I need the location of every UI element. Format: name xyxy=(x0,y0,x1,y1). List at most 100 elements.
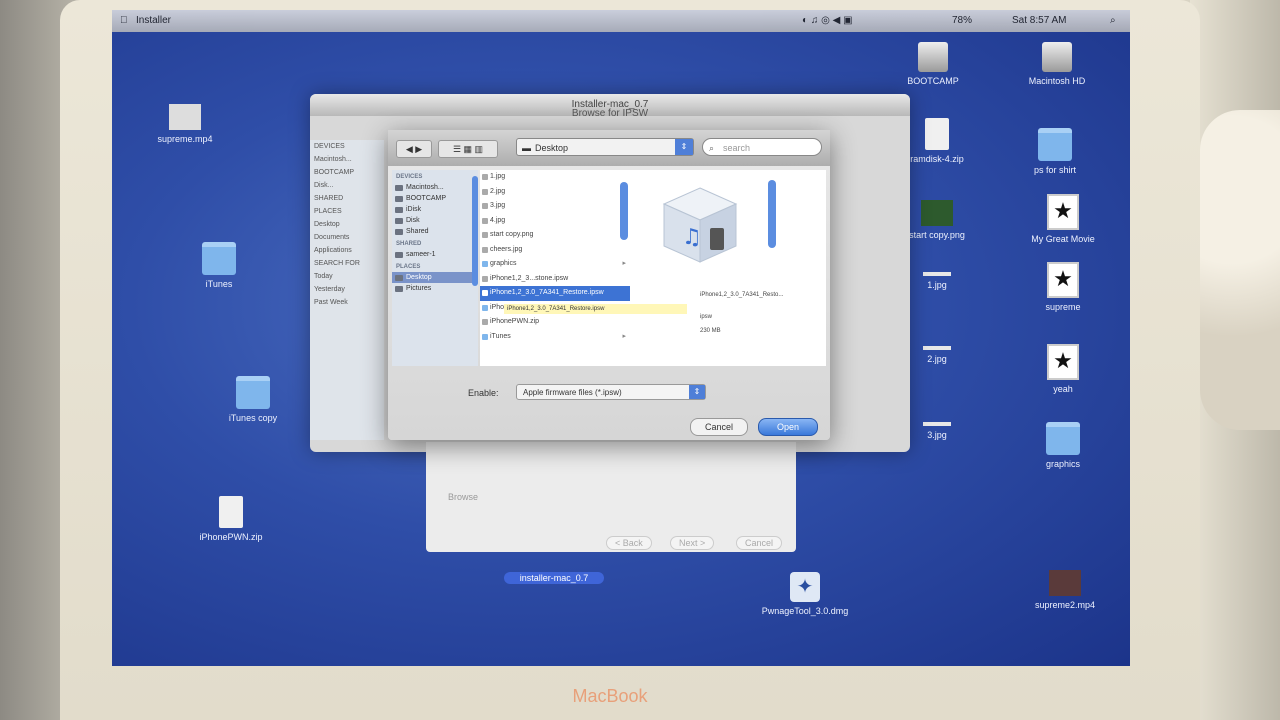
desktop-icon-ps-for-shirt[interactable]: ps for shirt xyxy=(1000,128,1110,175)
desktop-icon-label: Macintosh HD xyxy=(1028,76,1086,86)
sidebar-item-bootcamp[interactable]: BOOTCAMP xyxy=(392,193,478,204)
desktop-icon-label: iPhonePWN.zip xyxy=(199,532,263,542)
desktop-icon-itunes-copy[interactable]: iTunes copy xyxy=(198,376,308,423)
dialog-toolbar: ◀ ▶ ☰ ▦ ▥ ▬ Desktop ⇕ ⌕ search xyxy=(388,130,830,166)
file-row[interactable]: cheers.jpg xyxy=(480,243,630,258)
sidebar-item-desktop[interactable]: Desktop xyxy=(392,272,478,283)
sidebar-item-label: Desktop xyxy=(406,274,432,281)
sidebar-item-shared-device[interactable]: Shared xyxy=(392,226,478,237)
desktop-icon-pwnagetool[interactable]: ✦ PwnageTool_3.0.dmg xyxy=(750,572,860,616)
desktop-icon-label: ps for shirt xyxy=(1033,165,1076,175)
desktop-icon-yeah[interactable]: ★ yeah xyxy=(1008,344,1118,394)
file-row[interactable]: start copy.png xyxy=(480,228,630,243)
sidebar-item[interactable]: BOOTCAMP xyxy=(310,166,384,179)
app-menu-title[interactable]: Installer xyxy=(136,15,171,26)
sidebar-places-header: PLACES xyxy=(396,264,421,270)
file-list-scrollbar[interactable] xyxy=(620,182,628,240)
desktop-icon-graphics[interactable]: graphics xyxy=(1008,422,1118,469)
next-button[interactable]: Next > xyxy=(670,536,715,550)
sidebar-item-label: Shared xyxy=(406,228,429,235)
battery-percent[interactable]: 78% xyxy=(952,15,972,26)
sidebar-item-label: Disk xyxy=(406,217,420,224)
back-button[interactable]: < Back xyxy=(606,536,652,550)
back-forward-buttons[interactable]: ◀ ▶ xyxy=(396,140,432,158)
sidebar-header: PLACES xyxy=(314,208,342,215)
file-row[interactable]: graphics ▸ xyxy=(480,257,630,272)
movie-file-icon: ★ xyxy=(1047,262,1079,298)
desktop-icon-label: PwnageTool_3.0.dmg xyxy=(761,606,849,616)
desktop-icon-bootcamp[interactable]: BOOTCAMP xyxy=(878,42,988,86)
sidebar-item[interactable]: Yesterday xyxy=(310,283,384,296)
sidebar-item-idisk[interactable]: iDisk xyxy=(392,204,478,215)
sidebar-item[interactable]: Desktop xyxy=(310,218,384,231)
desktop-icon xyxy=(395,275,403,281)
desktop-icon-my-great-movie[interactable]: ★ My Great Movie xyxy=(1008,194,1118,244)
file-icon xyxy=(482,174,488,180)
sidebar-item-pictures[interactable]: Pictures xyxy=(392,283,478,294)
sidebar-scrollbar[interactable] xyxy=(472,176,478,286)
desktop-icon-label: graphics xyxy=(1045,459,1081,469)
location-popup[interactable]: ▬ Desktop ⇕ xyxy=(516,138,694,156)
open-button[interactable]: Open xyxy=(758,418,818,436)
file-name: iPhone1,2_3.0_7A341_Restore.ipsw xyxy=(490,289,604,296)
file-name: start copy.png xyxy=(490,231,534,238)
pictures-icon xyxy=(395,286,403,292)
laptop-brand: MacBook xyxy=(572,686,648,706)
apple-icon[interactable]:  xyxy=(120,15,128,26)
sidebar-item[interactable]: Applications xyxy=(310,244,384,257)
file-row-selected[interactable]: iPhone1,2_3.0_7A341_Restore.ipsw xyxy=(480,286,630,301)
desktop-icon-supreme2-mp4[interactable]: supreme2.mp4 xyxy=(1010,570,1120,610)
spotlight-icon[interactable]: ⌕ xyxy=(1110,15,1116,26)
desktop-icon-macintosh-hd[interactable]: Macintosh HD xyxy=(1002,42,1112,86)
desktop-icon-label: My Great Movie xyxy=(1031,234,1095,244)
preview-name: iPhone1,2_3.0_7A341_Resto... xyxy=(700,292,784,298)
video-file-icon xyxy=(169,104,201,130)
folder-icon xyxy=(482,333,488,340)
desktop-icon-iphonepwn-zip[interactable]: iPhonePWN.zip xyxy=(176,496,286,542)
desktop-icon-label: 2.jpg xyxy=(927,354,947,364)
installer-cancel-button[interactable]: Cancel xyxy=(736,536,783,550)
browse-label[interactable]: Browse xyxy=(448,492,478,502)
folder-icon xyxy=(236,376,270,409)
sidebar-item-macintosh[interactable]: Macintosh... xyxy=(392,182,478,193)
sidebar-item[interactable]: Disk... xyxy=(310,179,384,192)
file-name: 2.jpg xyxy=(490,187,506,195)
desktop-icon-label: BOOTCAMP xyxy=(907,76,959,86)
drive-icon xyxy=(1042,42,1072,72)
selected-desktop-item-label[interactable]: installer-mac_0.7 xyxy=(504,572,604,584)
sidebar-item-sameer[interactable]: sameer-1 xyxy=(392,249,478,260)
image-file-icon xyxy=(921,200,953,226)
file-row[interactable]: iPhonePWN.zip xyxy=(480,315,630,330)
file-row[interactable]: 2.jpg xyxy=(480,185,630,200)
location-value: Desktop xyxy=(535,143,569,153)
open-file-dialog: ◀ ▶ ☰ ▦ ▥ ▬ Desktop ⇕ ⌕ search DEVICES M… xyxy=(388,130,830,440)
sidebar-item[interactable]: Today xyxy=(310,270,384,283)
file-row[interactable]: iTunes ▸ xyxy=(480,330,630,345)
desktop-icon-supreme[interactable]: ★ supreme xyxy=(1008,262,1118,312)
sidebar-item-disk[interactable]: Disk xyxy=(392,215,478,226)
file-row[interactable]: 1.jpg xyxy=(480,170,630,185)
file-type-popup[interactable]: Apple firmware files (*.ipsw) ⇕ xyxy=(516,384,706,400)
file-name: graphics xyxy=(490,260,517,267)
desktop-icon-supreme-mp4[interactable]: supreme.mp4 xyxy=(130,104,240,144)
chevron-updown-icon: ⇕ xyxy=(689,385,705,399)
preview-scrollbar[interactable] xyxy=(768,180,776,248)
clock[interactable]: Sat 8:57 AM xyxy=(1012,15,1066,26)
sidebar-item[interactable]: Macintosh... xyxy=(310,153,384,166)
cancel-button[interactable]: Cancel xyxy=(690,418,748,436)
preview-pane: ♫ iPhone1,2_3.0_7A341_Resto... ipsw 230 … xyxy=(630,170,826,366)
file-row[interactable]: 3.jpg xyxy=(480,199,630,214)
sidebar-item[interactable]: Past Week xyxy=(310,296,384,309)
search-input[interactable]: ⌕ search xyxy=(702,138,822,156)
sidebar-item[interactable]: Documents xyxy=(310,231,384,244)
view-mode-buttons[interactable]: ☰ ▦ ▥ xyxy=(438,140,498,158)
file-row[interactable]: iPhone1,2_3...stone.ipsw xyxy=(480,272,630,287)
idisk-icon xyxy=(395,207,403,213)
file-row[interactable]: 4.jpg xyxy=(480,214,630,229)
desktop-icon-label: iTunes xyxy=(205,279,233,289)
room-background-right xyxy=(1190,0,1280,720)
sidebar-item-label: sameer-1 xyxy=(406,251,436,258)
desktop-icon-itunes[interactable]: iTunes xyxy=(164,242,274,289)
sidebar-devices-header: DEVICES xyxy=(396,174,423,180)
file-icon xyxy=(482,217,488,224)
